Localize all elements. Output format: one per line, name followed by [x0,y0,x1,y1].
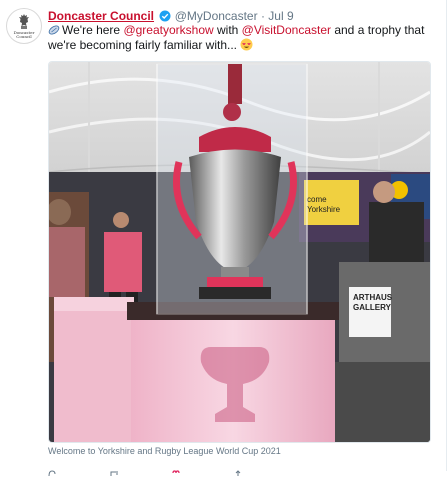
author-handle[interactable]: @MyDoncaster [175,9,258,23]
avatar-label: Doncaster Council [13,30,35,39]
tweet-date[interactable]: Jul 9 [268,9,293,23]
rugby-ball-icon [48,25,60,35]
tweet-photo[interactable]: come Yorkshire ARTHAUS GALLERY [48,61,431,443]
tweet-actions [48,464,348,477]
separator-dot: · [260,9,265,23]
photo-caption: Welcome to Yorkshire and Rugby League Wo… [48,446,281,456]
share-icon[interactable] [234,464,242,476]
author-name[interactable]: Doncaster Council [48,9,154,23]
media-sign-arthaus: ARTHAUS [353,293,393,302]
tweet-header: Doncaster Council @MyDoncaster · Jul 9 [48,9,294,24]
tweet-text-part2: with [213,23,242,37]
mention-visitdoncaster[interactable]: @VisitDoncaster [242,23,331,37]
mention-greatyorkshow[interactable]: @greatyorkshow [123,23,213,37]
tweet-card: Doncaster Council Doncaster Council @MyD… [0,0,447,477]
tweet-text-part1: We're here [62,23,124,37]
media-sign-gallery: GALLERY [353,303,392,312]
doncaster-crest-icon [19,14,29,29]
media-sign-come: come [307,195,327,204]
heart-eyes-emoji-icon [240,38,253,51]
avatar[interactable]: Doncaster Council [6,8,42,44]
like-icon[interactable] [172,464,180,474]
retweet-icon[interactable] [110,464,118,476]
reply-icon[interactable] [48,464,56,477]
tweet-text: We're here @greatyorkshow with @VisitDon… [48,23,433,53]
trophy-photo-image: come Yorkshire ARTHAUS GALLERY [49,62,430,442]
media-sign-yorkshire: Yorkshire [307,205,341,214]
verified-badge-icon [159,10,171,22]
